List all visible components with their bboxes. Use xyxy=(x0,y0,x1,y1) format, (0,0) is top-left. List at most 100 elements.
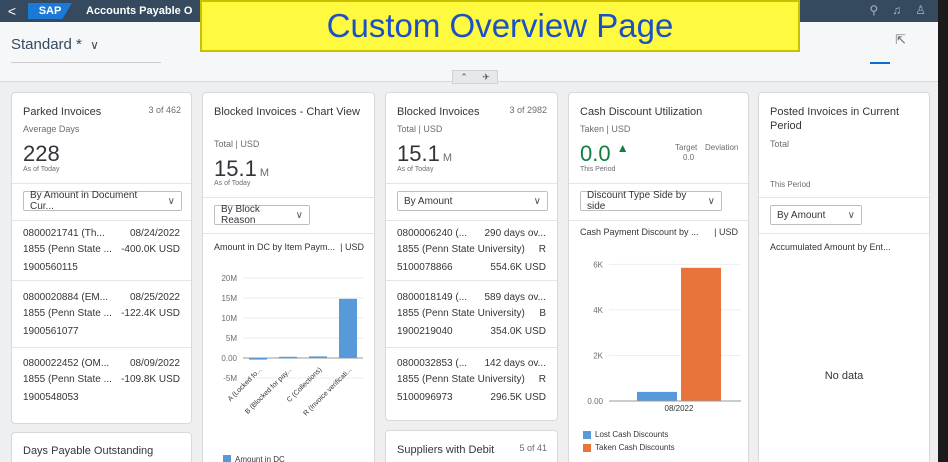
pin-icon[interactable]: ✈ xyxy=(482,72,490,83)
y-tick-label: 0.00 xyxy=(221,354,237,363)
divider xyxy=(12,280,191,281)
overlay-title-banner: Custom Overview Page xyxy=(200,0,800,52)
divider xyxy=(12,220,191,221)
block-flag: B xyxy=(539,308,546,319)
kpi-value: 228 xyxy=(23,141,60,166)
card-title[interactable]: Days Payable Outstanding xyxy=(23,444,153,458)
variant-label: Standard * xyxy=(11,36,82,53)
app-title[interactable]: Accounts Payable O xyxy=(86,5,192,17)
posted-invoices-card[interactable]: Posted Invoices in Current Period Total … xyxy=(758,92,930,462)
chart-title-text: Amount in DC by Item Paym... xyxy=(214,242,336,252)
y-tick-label: 4K xyxy=(593,306,603,315)
divider xyxy=(203,197,374,198)
y-tick-label: 20M xyxy=(221,274,237,283)
vendor: 1855 (Penn State University) xyxy=(397,374,525,385)
period-label: This Period xyxy=(770,180,811,189)
chart-unit: | USD xyxy=(714,227,738,237)
amount: 354.0K USD xyxy=(490,326,546,337)
y-tick-label: 6K xyxy=(593,260,603,269)
overdue-days: 290 days ov... xyxy=(484,228,546,239)
cash-discount-bar-chart[interactable]: 6K 4K 2K 0.00 08/2022 xyxy=(569,243,749,423)
chevron-down-icon: ∨ xyxy=(707,195,715,207)
document-number: 5100078866 xyxy=(397,262,453,273)
app-frame: < SAP Accounts Payable O ⚲ ♫ ♙ Standard … xyxy=(0,0,938,462)
document-number: 5100096973 xyxy=(397,392,453,403)
selected-indicator xyxy=(870,62,890,64)
legend-swatch xyxy=(583,443,591,452)
invoice-date: 08/24/2022 xyxy=(129,228,180,239)
card-subtitle: Average Days xyxy=(23,124,80,134)
item-count: 3 of 2982 xyxy=(509,105,547,115)
vendor: 1855 (Penn State ... xyxy=(23,374,112,385)
card-subtitle: Total | USD xyxy=(214,139,260,149)
variant-selector[interactable]: Standard * ∨ xyxy=(11,36,99,53)
no-data-message: No data xyxy=(824,370,864,382)
card-title[interactable]: Parked Invoices xyxy=(23,105,101,119)
invoice-date: 08/25/2022 xyxy=(129,292,180,303)
legend-item[interactable]: Lost Cash Discounts xyxy=(583,430,668,439)
cash-discount-card[interactable]: Cash Discount Utilization Taken | USD 0.… xyxy=(568,92,749,462)
blocked-invoices-chart-card[interactable]: Blocked Invoices - Chart View Total | US… xyxy=(202,92,375,462)
bar xyxy=(339,298,357,358)
vendor: 1855 (Penn State University) xyxy=(397,244,525,255)
sort-dropdown[interactable]: By Amount ∨ xyxy=(397,191,548,211)
sort-dropdown[interactable]: By Block Reason ∨ xyxy=(214,204,310,226)
chart-title: Amount in DC by Item Paym... | USD xyxy=(214,242,364,252)
dropdown-label: By Amount in Document Cur... xyxy=(30,190,138,212)
card-title[interactable]: Posted Invoices in Current Period xyxy=(770,105,919,133)
invoice-id: 0800032853 (... xyxy=(397,358,468,369)
card-title[interactable]: Blocked Invoices - Chart View xyxy=(214,105,364,119)
card-subtitle: Taken | USD xyxy=(580,124,631,134)
kpi-value: 0.0 ▲ xyxy=(580,141,629,167)
collapse-icon[interactable]: ⌃ xyxy=(460,72,468,83)
days-payable-card[interactable]: Days Payable Outstanding xyxy=(11,432,192,462)
search-icon[interactable]: ⚲ xyxy=(869,3,878,17)
header-collapse-bar[interactable]: ⌃ ✈ xyxy=(452,70,498,84)
card-title[interactable]: Suppliers with Debit xyxy=(397,443,494,457)
sap-logo[interactable]: SAP xyxy=(28,3,72,19)
kpi-number: 0.0 xyxy=(580,141,611,166)
amount: -109.8K USD xyxy=(121,374,180,385)
blocked-amount-bar-chart[interactable]: 20M15M10M5M0.00-5MA (Locked fo...B (Bloc… xyxy=(203,263,375,462)
sort-dropdown[interactable]: By Amount ∨ xyxy=(770,205,862,225)
blocked-invoices-card[interactable]: Blocked Invoices 3 of 2982 Total | USD 1… xyxy=(385,92,558,421)
notification-icon[interactable]: ♫ xyxy=(892,3,901,17)
amount: 554.6K USD xyxy=(490,262,546,273)
user-icon[interactable]: ♙ xyxy=(915,3,926,17)
card-subtitle: Total | USD xyxy=(397,124,443,134)
chevron-down-icon: ∨ xyxy=(295,209,303,221)
kpi-unit: M xyxy=(259,167,269,179)
amount: 296.5K USD xyxy=(490,392,546,403)
kpi-caption: As of Today xyxy=(397,166,434,173)
document-number: 1900560115 xyxy=(23,262,78,273)
card-title[interactable]: Cash Discount Utilization xyxy=(580,105,702,119)
amount: -400.0K USD xyxy=(121,244,180,255)
invoice-id: 0800022452 (OM... xyxy=(23,358,110,369)
suppliers-debit-card[interactable]: Suppliers with Debit 5 of 41 xyxy=(385,430,558,462)
trend-up-icon: ▲ xyxy=(616,141,629,155)
divider xyxy=(386,280,557,281)
y-tick-label: 10M xyxy=(221,314,237,323)
bar xyxy=(681,267,721,401)
chevron-down-icon: ∨ xyxy=(167,195,175,207)
vendor: 1855 (Penn State University) xyxy=(397,308,525,319)
amount: -122.4K USD xyxy=(121,308,180,319)
sort-dropdown[interactable]: Discount Type Side by side ∨ xyxy=(580,190,722,212)
legend-label: Amount in DC xyxy=(235,455,285,462)
chevron-down-icon: ∨ xyxy=(847,209,855,221)
chart-title: Cash Payment Discount by ... | USD xyxy=(580,227,738,237)
legend-label: Taken Cash Discounts xyxy=(595,443,675,452)
back-button[interactable]: < xyxy=(0,3,24,19)
document-number: 1900561077 xyxy=(23,326,79,337)
legend-swatch xyxy=(223,455,231,462)
card-title[interactable]: Blocked Invoices xyxy=(397,105,480,119)
legend-item[interactable]: Taken Cash Discounts xyxy=(583,443,675,452)
sort-dropdown[interactable]: By Amount in Document Cur... ∨ xyxy=(23,190,182,212)
dropdown-label: By Amount xyxy=(404,195,453,207)
legend-label: Lost Cash Discounts xyxy=(595,430,669,439)
x-tick-label: 08/2022 xyxy=(665,404,694,413)
share-icon[interactable]: ⇱ xyxy=(895,32,906,48)
y-tick-label: -5M xyxy=(223,374,237,383)
divider xyxy=(12,347,191,348)
parked-invoices-card[interactable]: Parked Invoices 3 of 462 Average Days 22… xyxy=(11,92,192,424)
